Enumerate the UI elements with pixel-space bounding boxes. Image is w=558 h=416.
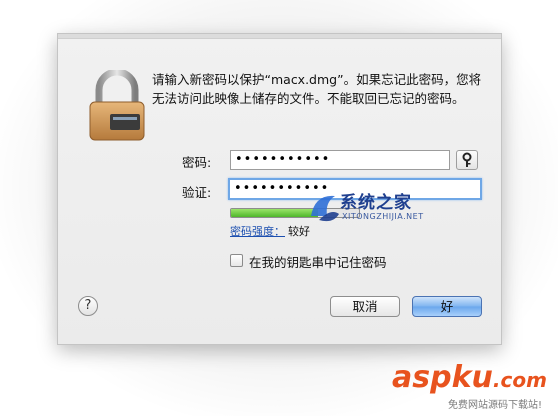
watermark-aspku-text: aspku [392, 360, 493, 395]
verify-label: 验证: [182, 185, 212, 200]
password-assistant-button[interactable] [456, 150, 478, 170]
dialog-title-strip [58, 34, 501, 39]
watermark-aspku-tagline: 免费网站源码下载站! [448, 400, 543, 411]
watermark-aspku-domain: .com [492, 368, 547, 392]
lock-icon [89, 70, 145, 141]
watermark-aspku: aspku.com [392, 360, 547, 395]
key-icon [462, 152, 472, 167]
password-strength-link[interactable]: 密码强度： [230, 223, 285, 239]
watermark-system-home-sub: XITONGZHIJIA.NET [342, 212, 424, 221]
remember-in-keychain-checkbox[interactable] [230, 254, 243, 267]
password-label: 密码: [182, 155, 212, 170]
remember-in-keychain-label[interactable]: 在我的钥匙串中记住密码 [249, 252, 387, 271]
password-field[interactable]: ••••••••••• [230, 150, 450, 170]
help-button[interactable]: ? [78, 296, 98, 316]
cancel-button[interactable]: 取消 [330, 296, 400, 317]
ok-button[interactable]: 好 [412, 296, 482, 317]
watermark-system-home: 系统之家 [340, 193, 412, 213]
dialog-message: 请输入新密码以保护“macx.dmg”。如果忘记此密码，您将无法访问此映像上储存… [152, 72, 482, 106]
